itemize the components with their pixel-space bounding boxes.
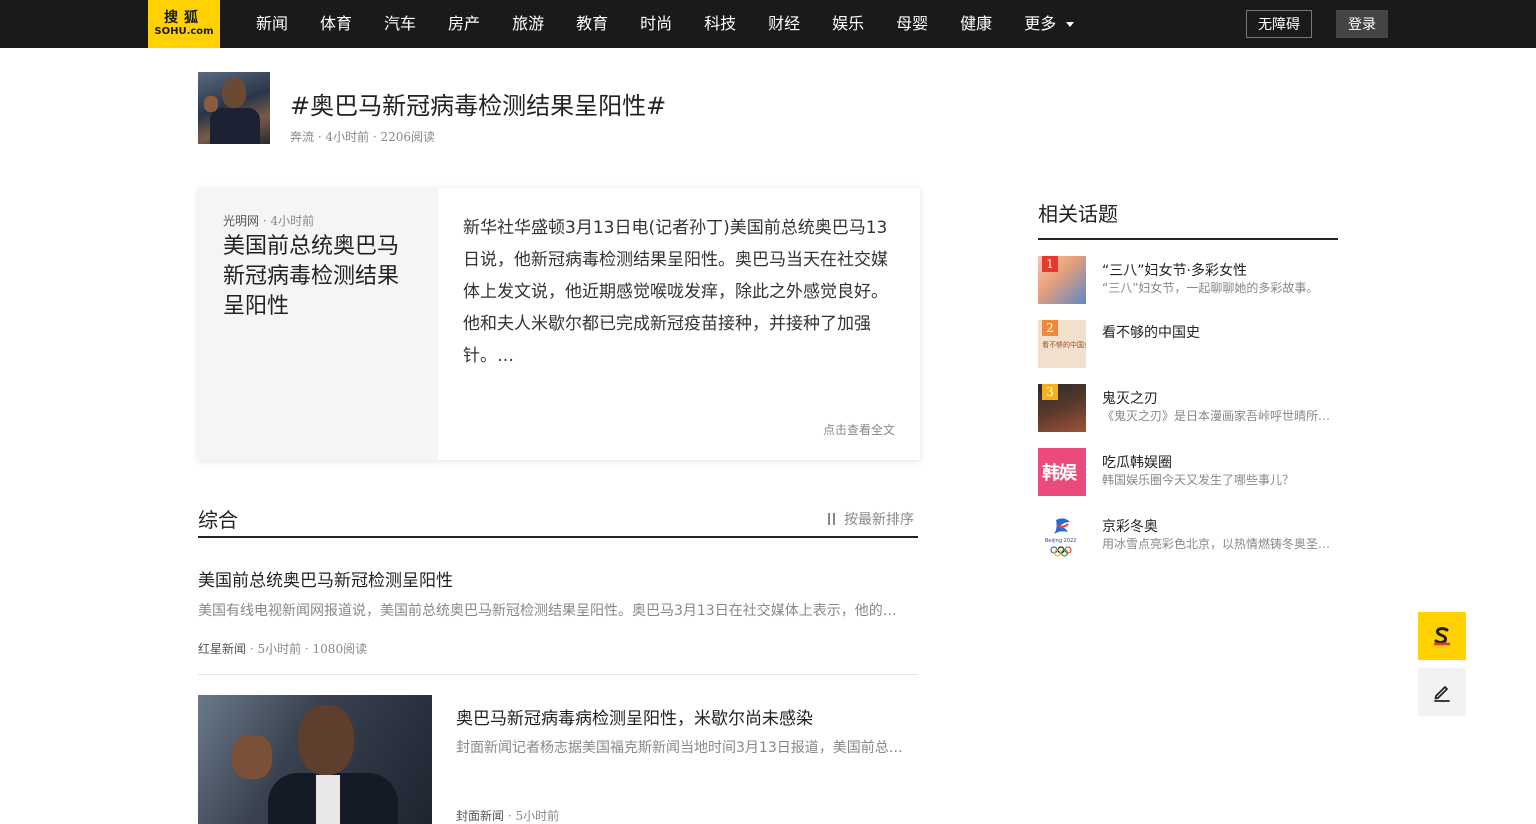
login-button[interactable]: 登录 — [1336, 10, 1388, 38]
related-topic-item[interactable]: 看不够的中国史 2 看不够的中国史 — [1038, 320, 1338, 368]
related-topic-item[interactable]: Beijing 2022 京彩冬奥 用冰雪点亮彩色北京，以热情燃铸冬奥圣火。 — [1038, 512, 1338, 560]
featured-article-title[interactable]: 美国前总统奥巴马新冠病毒检测结果呈阳性 — [223, 232, 413, 322]
related-topic-thumbnail: 看不够的中国史 2 — [1038, 320, 1086, 368]
article-source[interactable]: 封面新闻 — [456, 809, 504, 823]
top-nav-bar: 搜狐 SOHU.com 新闻 体育 汽车 房产 旅游 教育 时尚 科技 财经 娱… — [0, 0, 1536, 48]
article-meta-text: · 5小时前 · 1080阅读 — [246, 642, 368, 656]
article-meta-text: · 5小时前 — [504, 809, 560, 823]
nav-fashion[interactable]: 时尚 — [624, 0, 688, 48]
related-topic-thumbnail: 3 — [1038, 384, 1086, 432]
featured-time: · 4小时前 — [259, 214, 315, 228]
featured-article-card[interactable]: 光明网 · 4小时前 美国前总统奥巴马新冠病毒检测结果呈阳性 新华社华盛顿3月1… — [198, 188, 920, 460]
rank-badge: 1 — [1042, 256, 1058, 272]
related-topic-desc: 《鬼灭之刃》是日本漫画家吾峠呼世晴所著的少年漫画。 — [1102, 409, 1334, 423]
section-header: 综合 按最新排序 — [198, 500, 918, 538]
nav-travel[interactable]: 旅游 — [496, 0, 560, 48]
article-summary: 美国有线电视新闻网报道说，美国前总统奥巴马新冠检测结果呈阳性。奥巴马3月13日在… — [198, 603, 910, 619]
olympic-emblem-icon — [1050, 518, 1072, 557]
caret-down-icon — [1066, 21, 1075, 27]
related-topic-name: 鬼灭之刃 — [1102, 391, 1158, 407]
nav-tech[interactable]: 科技 — [688, 0, 752, 48]
article-summary: 封面新闻记者杨志据美国福克斯新闻当地时间3月13日报道，美国前总统奥巴马新冠病毒… — [456, 740, 914, 756]
featured-article-meta: 光明网 · 4小时前 — [223, 212, 314, 229]
read-full-article-link[interactable]: 点击查看全文 — [823, 421, 895, 438]
related-topic-item[interactable]: 韩娱 吃瓜韩娱圈 韩国娱乐圈今天又发生了哪些事儿？ — [1038, 448, 1338, 496]
accessibility-button[interactable]: 无障碍 — [1246, 10, 1312, 38]
nav-more-label: 更多 — [1024, 14, 1057, 33]
related-topic-thumbnail: 1 — [1038, 256, 1086, 304]
article-divider — [198, 674, 918, 675]
topic-meta: 奔流 · 4小时前 · 2206阅读 — [290, 130, 436, 144]
related-topic-name: 京彩冬奥 — [1102, 519, 1158, 535]
related-topic-thumbnail: Beijing 2022 — [1038, 512, 1086, 560]
nav-education[interactable]: 教育 — [560, 0, 624, 48]
sort-icon — [826, 512, 838, 526]
related-topics-header: 相关话题 — [1038, 198, 1338, 240]
article-thumbnail[interactable] — [198, 695, 432, 824]
sohu-s-icon — [1433, 627, 1451, 646]
related-topic-name: “三八”妇女节·多彩女性 — [1102, 263, 1247, 279]
thumbnail-text: 韩娱 — [1042, 463, 1077, 484]
write-post-button[interactable] — [1418, 668, 1466, 716]
featured-article-summary: 新华社华盛顿3月13日电(记者孙丁)美国前总统奥巴马13日说，他新冠病毒检测结果… — [463, 218, 888, 366]
article-meta: 封面新闻 · 5小时前 — [456, 807, 559, 824]
sort-label: 按最新排序 — [844, 512, 914, 528]
thumbnail-text: 看不够的中国史 — [1042, 341, 1086, 349]
related-topic-desc: 用冰雪点亮彩色北京，以热情燃铸冬奥圣火。 — [1102, 537, 1334, 551]
related-topics-title: 相关话题 — [1038, 202, 1118, 226]
featured-source[interactable]: 光明网 — [223, 214, 259, 228]
nav-realestate[interactable]: 房产 — [432, 0, 496, 48]
related-topic-desc: “三八”妇女节，一起聊聊她的多彩故事。 — [1102, 281, 1319, 295]
article-title[interactable]: 奥巴马新冠病毒病检测呈阳性，米歇尔尚未感染 — [456, 704, 813, 729]
nav-news[interactable]: 新闻 — [240, 0, 304, 48]
thumbnail-text: Beijing 2022 — [1045, 538, 1077, 544]
related-topic-name: 吃瓜韩娱圈 — [1102, 455, 1172, 471]
related-topic-name: 看不够的中国史 — [1102, 325, 1200, 341]
related-topic-item[interactable]: 3 鬼灭之刃 《鬼灭之刃》是日本漫画家吾峠呼世晴所著的少年漫画。 — [1038, 384, 1338, 432]
nav-sports[interactable]: 体育 — [304, 0, 368, 48]
featured-article-header: 光明网 · 4小时前 美国前总统奥巴马新冠病毒检测结果呈阳性 — [198, 188, 438, 460]
nav-baby[interactable]: 母婴 — [880, 0, 944, 48]
topic-title: #奥巴马新冠病毒检测结果呈阳性# — [290, 92, 667, 120]
nav-health[interactable]: 健康 — [944, 0, 1008, 48]
nav-auto[interactable]: 汽车 — [368, 0, 432, 48]
article-title[interactable]: 美国前总统奥巴马新冠检测呈阳性 — [198, 566, 453, 591]
nav-entertainment[interactable]: 娱乐 — [816, 0, 880, 48]
sohu-logo[interactable]: 搜狐 SOHU.com — [148, 0, 220, 48]
logo-text-en: SOHU.com — [154, 26, 214, 37]
article-source[interactable]: 红星新闻 — [198, 642, 246, 656]
logo-text-cn: 搜狐 — [164, 10, 204, 26]
pencil-edit-icon — [1434, 686, 1450, 702]
rank-badge: 2 — [1042, 320, 1058, 336]
related-topic-item[interactable]: 1 “三八”妇女节·多彩女性 “三八”妇女节，一起聊聊她的多彩故事。 — [1038, 256, 1338, 304]
related-topic-thumbnail: 韩娱 — [1038, 448, 1086, 496]
nav-finance[interactable]: 财经 — [752, 0, 816, 48]
sort-by-latest-button[interactable]: 按最新排序 — [826, 509, 914, 529]
related-topic-desc: 韩国娱乐圈今天又发生了哪些事儿？ — [1102, 473, 1295, 487]
nav-more-menu[interactable]: 更多 — [1008, 0, 1090, 48]
rank-badge: 3 — [1042, 384, 1058, 400]
channel-nav: 新闻 体育 汽车 房产 旅游 教育 时尚 科技 财经 娱乐 母婴 健康 更多 — [240, 0, 1090, 48]
article-meta: 红星新闻 · 5小时前 · 1080阅读 — [198, 640, 367, 657]
section-title: 综合 — [198, 508, 238, 532]
topic-avatar-image — [198, 72, 270, 144]
sohu-app-button[interactable] — [1418, 612, 1466, 660]
